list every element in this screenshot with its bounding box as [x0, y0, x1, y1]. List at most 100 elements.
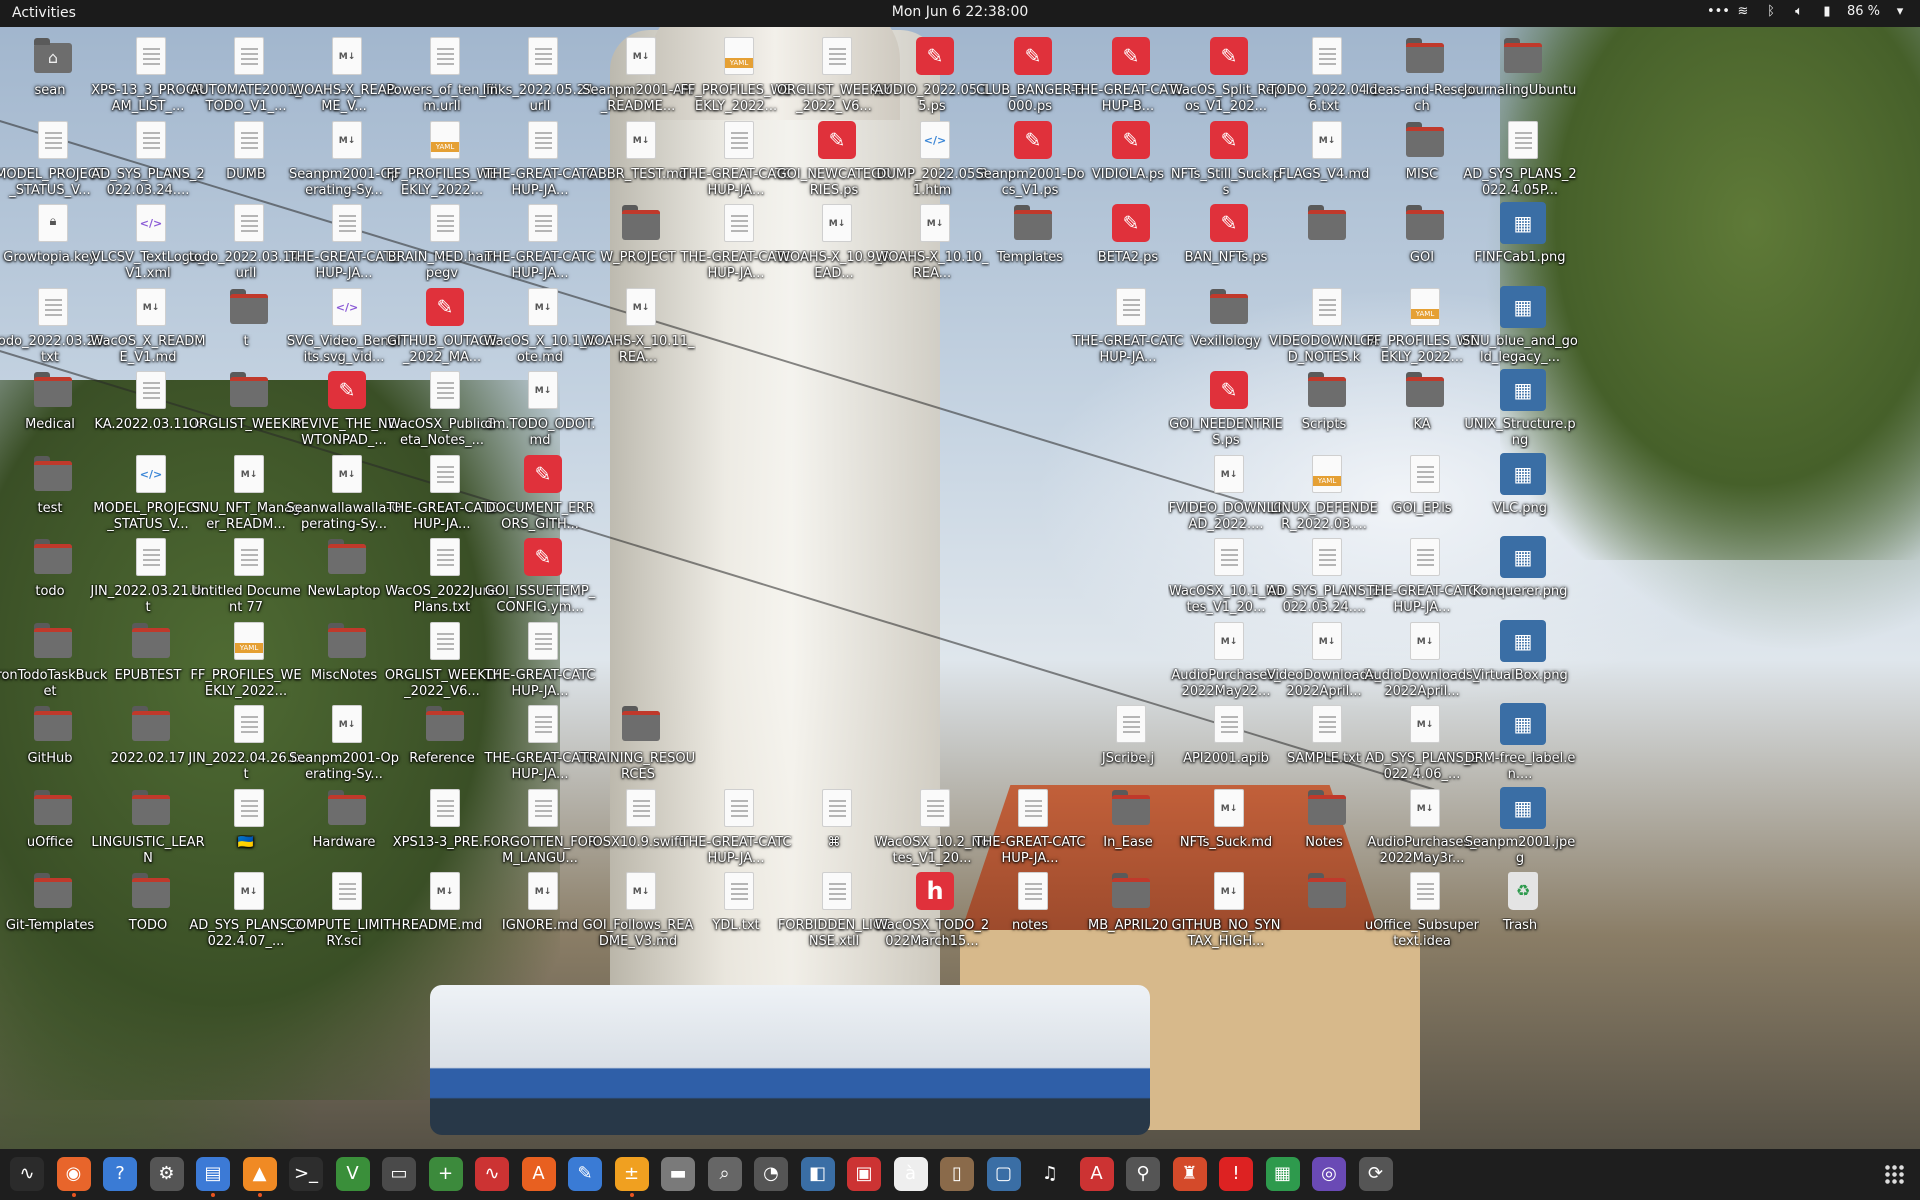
text-editor-icon[interactable]: ▤	[196, 1157, 230, 1197]
folder-icon	[30, 620, 74, 664]
desktop-icon-label: Trash	[1502, 918, 1538, 933]
text-file-icon	[324, 870, 368, 914]
dock: ∿ ◉? ⚙ ▤ ▲ >_ V ▭ + ∿ A ✎ ± ▬ ⌕ ◔ ◧ ▣ à ▯ ▢ ♫ A ⚲ ♜! ▦ ◎ ⟳	[0, 1149, 1920, 1200]
text-file-icon	[226, 787, 270, 831]
image-file-icon: ▦	[1500, 369, 1546, 413]
battery-percentage[interactable]: 86 %	[1847, 4, 1880, 19]
desktop-icon-label: THE-GREAT-CATCHUP-JA...	[484, 667, 596, 699]
top-bar: Activities Mon Jun 6 22:38:00 ••• ≋ ᛒ 🔈︎…	[0, 0, 1920, 27]
text-file-icon	[1304, 703, 1348, 747]
software-center-icon[interactable]: A	[521, 1157, 556, 1191]
text-file-icon	[912, 787, 956, 831]
markdown-file-icon: M↓	[520, 286, 564, 330]
markdown-file-icon: M↓	[1206, 870, 1250, 914]
yaml-file-icon: YAML	[1402, 286, 1446, 330]
archive-manager-icon[interactable]: ▯	[940, 1157, 974, 1191]
dictionary-icon[interactable]: ◧	[800, 1157, 835, 1191]
markdown-file-icon: M↓	[520, 369, 564, 413]
disk-usage-icon[interactable]: ◔	[754, 1157, 788, 1191]
text-file-icon	[1010, 787, 1054, 831]
text-file-icon	[422, 453, 466, 497]
running-indicator	[257, 1193, 262, 1197]
firefox-icon[interactable]: ◉	[56, 1157, 91, 1197]
text-file-icon	[1304, 536, 1348, 580]
desktop-icon[interactable]: ♻ Trash	[1462, 864, 1578, 964]
volume-icon[interactable]: 🔈︎	[1791, 4, 1807, 19]
desktop-icon-label: GOI_ISSUETEMP_CONFIG.ym...	[484, 584, 596, 615]
update-icon[interactable]: ⟳	[1358, 1157, 1393, 1191]
image-viewer-icon[interactable]: ⌕	[707, 1157, 742, 1191]
desktop-icon-label: VLC.png	[1492, 500, 1548, 516]
postscript-file-icon: ✎	[324, 369, 368, 413]
text-file-icon	[1108, 286, 1152, 330]
image-file-icon: ▦	[1500, 285, 1546, 330]
graph-app-icon[interactable]: ∿	[475, 1157, 509, 1191]
folder-icon	[128, 870, 172, 914]
settings-icon[interactable]: ⚙	[149, 1157, 184, 1191]
markdown-file-icon: M↓	[128, 286, 172, 330]
text-file-icon	[128, 369, 172, 413]
battery-icon[interactable]: ▮	[1819, 4, 1835, 19]
markdown-file-icon: M↓	[618, 119, 662, 163]
text-file-icon	[1206, 703, 1250, 747]
desktop-icon-label: Konquerer.png	[1472, 584, 1568, 599]
text-file-icon	[324, 202, 368, 246]
calculator-icon[interactable]: ±	[614, 1157, 649, 1197]
image-file-icon: ▦	[1500, 619, 1546, 664]
text-file-icon	[520, 787, 564, 831]
system-tray[interactable]: ••• ≋ ᛒ 🔈︎ ▮ 86 % ▾	[1707, 4, 1908, 19]
notes-app-icon[interactable]: ✎	[568, 1157, 602, 1191]
desktop-icon-label: FINFCab1.png	[1474, 250, 1566, 265]
bluetooth-icon[interactable]: ᛒ	[1763, 4, 1779, 19]
system-monitor-icon[interactable]: ∿	[10, 1157, 44, 1191]
alert-app-icon[interactable]: !	[1219, 1157, 1253, 1191]
clock[interactable]: Mon Jun 6 22:38:00	[0, 4, 1920, 20]
show-applications-icon[interactable]	[1884, 1164, 1904, 1184]
home-folder-icon: ⌂	[30, 35, 74, 79]
markdown-file-icon: M↓	[226, 870, 270, 914]
game-icon[interactable]: ♜	[1172, 1157, 1207, 1191]
folder-icon	[30, 703, 74, 747]
character-map-icon[interactable]: à	[893, 1157, 928, 1191]
image-file-icon: ▦	[1500, 703, 1546, 747]
power-menu-icon[interactable]: ▾	[1892, 4, 1908, 19]
postscript-file-icon: ✎	[520, 536, 564, 580]
files-icon[interactable]: ▬	[661, 1157, 695, 1191]
remote-desktop-icon[interactable]: ▭	[382, 1157, 416, 1191]
text-file-icon	[520, 119, 564, 163]
text-file-icon	[422, 787, 466, 831]
vlc-icon[interactable]: ▲	[242, 1157, 277, 1197]
help-icon[interactable]: ?	[103, 1157, 137, 1191]
search-tool-icon[interactable]: ⚲	[1126, 1157, 1160, 1191]
folder-icon	[128, 787, 172, 831]
folder-icon	[1304, 369, 1348, 413]
spreadsheet-icon[interactable]: ▦	[1265, 1157, 1300, 1191]
desktop-icon-label: SNU_blue_and_gold_legacy_...	[1462, 333, 1578, 365]
vim-icon[interactable]: V	[335, 1157, 370, 1191]
document-icon: h	[912, 870, 956, 914]
yaml-file-icon: YAML	[1304, 453, 1348, 497]
key-file-icon: 🔒︎	[30, 202, 74, 246]
postscript-file-icon: ✎	[520, 453, 564, 497]
screenshot-icon[interactable]: ▢	[986, 1157, 1021, 1191]
camera-app-icon[interactable]: ◎	[1312, 1157, 1346, 1191]
folder-icon	[324, 536, 368, 580]
font-viewer-icon[interactable]: A	[1079, 1157, 1114, 1191]
plus-app-icon[interactable]: +	[428, 1157, 463, 1191]
more-icon[interactable]: •••	[1707, 4, 1730, 19]
postscript-file-icon: ✎	[912, 35, 956, 79]
folder-icon	[422, 703, 466, 747]
text-file-icon	[30, 119, 74, 163]
music-icon[interactable]: ♫	[1033, 1157, 1067, 1191]
wifi-icon[interactable]: ≋	[1735, 4, 1751, 19]
terminal-icon[interactable]: >_	[289, 1157, 323, 1191]
text-file-icon	[226, 35, 270, 79]
document-viewer-icon[interactable]: ▣	[847, 1157, 881, 1191]
image-file-icon: ▦	[1500, 536, 1546, 580]
markdown-file-icon: M↓	[324, 35, 368, 79]
postscript-file-icon: ✎	[1206, 119, 1250, 163]
text-file-icon	[422, 620, 466, 664]
folder-icon	[30, 369, 74, 413]
desktop-icon-label: TRAINING_RESOURCES	[580, 751, 696, 782]
image-file-icon: ▦	[1500, 452, 1546, 497]
